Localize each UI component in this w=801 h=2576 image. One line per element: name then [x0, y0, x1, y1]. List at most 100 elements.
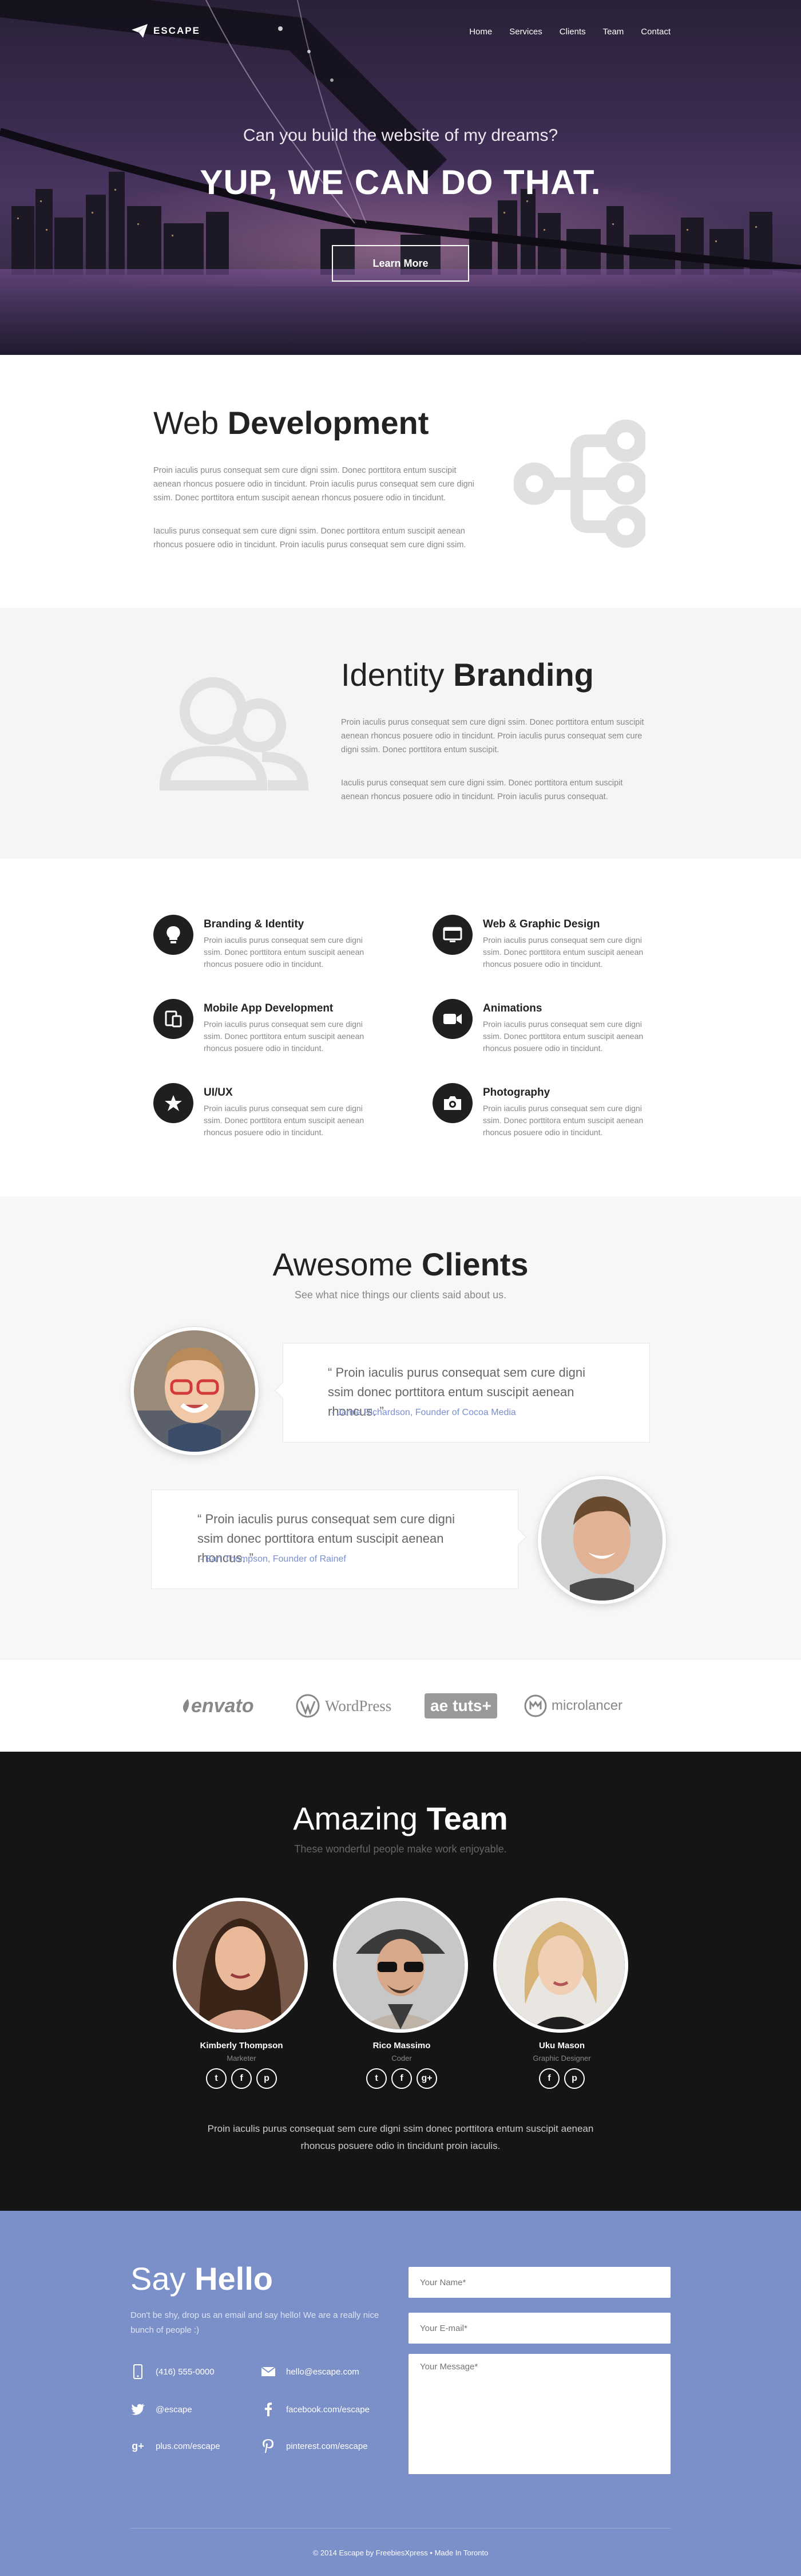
- contact-phone: (416) 555-0000: [130, 2364, 215, 2379]
- title-bold: Development: [227, 405, 429, 441]
- paper-plane-icon: [132, 24, 148, 38]
- identity-branding-paragraph-2: Iaculis purus consequat sem cure digni s…: [341, 779, 623, 801]
- identity-branding-section: Identity Branding Proin iaculis purus co…: [0, 608, 801, 859]
- facebook-icon[interactable]: f: [231, 2068, 252, 2089]
- team-section: Amazing Team These wonderful people make…: [0, 1752, 801, 2211]
- nav-team[interactable]: Team: [603, 27, 624, 37]
- pinterest-icon[interactable]: p: [564, 2068, 585, 2089]
- envato-text: envato: [191, 1694, 254, 1717]
- web-development-section: Web Development Proin iaculis purus cons…: [0, 355, 801, 608]
- member-name: Kimberly Thompson: [200, 2041, 283, 2050]
- team-member: Rico Massimo Coder t f g+: [333, 1898, 470, 2089]
- member-social-links: t f g+: [333, 2068, 470, 2089]
- team-subtitle: These wonderful people make work enjoyab…: [294, 1843, 507, 1855]
- clients-subtitle: See what nice things our clients said ab…: [294, 1289, 507, 1301]
- service-title: Photography: [483, 1086, 550, 1099]
- facebook-icon: [261, 2402, 276, 2417]
- name-input[interactable]: [409, 2267, 671, 2298]
- google-plus-icon[interactable]: g+: [417, 2068, 437, 2089]
- video-camera-icon: [433, 999, 473, 1039]
- team-photo: [493, 1898, 628, 2033]
- member-social-links: t f p: [173, 2068, 310, 2089]
- member-social-links: f p: [493, 2068, 631, 2089]
- service-text: Proin iaculis purus consequat sem cure d…: [483, 1104, 644, 1137]
- monitor-icon: [433, 915, 473, 955]
- service-title: UI/UX: [204, 1086, 233, 1099]
- web-development-title: Web Development: [153, 404, 429, 441]
- contact-email[interactable]: hello@escape.com: [261, 2364, 359, 2379]
- team-blurb: Proin iaculis purus consequat sem cure d…: [207, 2123, 594, 2151]
- main-nav: Home Services Clients Team Contact: [469, 27, 671, 37]
- pinterest-text: pinterest.com/escape: [286, 2441, 368, 2451]
- star-icon: [153, 1083, 193, 1123]
- tuts-ae-text: ae: [430, 1697, 449, 1714]
- service-item: Animations Proin iaculis purus consequat…: [433, 999, 673, 1062]
- testimonial-author: - Jamie Richardson, Founder of Cocoa Med…: [331, 1408, 516, 1417]
- facebook-text: facebook.com/escape: [286, 2404, 370, 2415]
- service-item: Photography Proin iaculis purus consequa…: [433, 1083, 673, 1146]
- site-logo[interactable]: ESCAPE: [132, 24, 200, 38]
- microlancer-text: microlancer: [552, 1698, 623, 1713]
- service-title: Web & Graphic Design: [483, 918, 600, 930]
- wordpress-icon: [296, 1694, 320, 1718]
- service-item: Web & Graphic Design Proin iaculis purus…: [433, 915, 673, 978]
- googleplus-text: plus.com/escape: [156, 2441, 220, 2451]
- web-development-paragraph-1: Proin iaculis purus consequat sem cure d…: [153, 466, 475, 503]
- nav-contact[interactable]: Contact: [641, 27, 671, 37]
- copyright-text: © 2014 Escape by FreebiesXpress • Made I…: [312, 2549, 489, 2557]
- identity-branding-title: Identity Branding: [341, 656, 594, 693]
- lightbulb-icon: [153, 915, 193, 955]
- member-name: Rico Massimo: [372, 2041, 431, 2050]
- service-item: UI/UX Proin iaculis purus consequat sem …: [153, 1083, 394, 1146]
- title-bold: Clients: [421, 1246, 529, 1282]
- hero-water-reflection: [0, 269, 801, 355]
- pinterest-icon[interactable]: p: [256, 2068, 277, 2089]
- nav-services[interactable]: Services: [509, 27, 542, 37]
- clients-section: Awesome Clients See what nice things our…: [0, 1196, 801, 1659]
- services-section: Branding & Identity Proin iaculis purus …: [0, 859, 801, 1196]
- title-bold: Branding: [453, 657, 594, 693]
- twitter-text: @escape: [156, 2404, 192, 2415]
- devices-icon: [153, 999, 193, 1039]
- service-text: Proin iaculis purus consequat sem cure d…: [204, 1104, 364, 1137]
- tuts-logo[interactable]: ae tuts+: [425, 1693, 497, 1719]
- contact-facebook[interactable]: facebook.com/escape: [261, 2402, 370, 2417]
- team-member: Uku Mason Graphic Designer f p: [493, 1898, 631, 2089]
- microlancer-logo[interactable]: microlancer: [524, 1693, 622, 1719]
- identity-branding-paragraph-1: Proin iaculis purus consequat sem cure d…: [341, 718, 644, 754]
- member-name: Uku Mason: [538, 2041, 585, 2050]
- team-photo: [333, 1898, 468, 2033]
- contact-intro: Don't be shy, drop us an email and say h…: [130, 2310, 379, 2335]
- wordpress-logo[interactable]: WordPress: [295, 1693, 391, 1719]
- tuts-text: tuts+: [453, 1697, 491, 1714]
- service-title: Mobile App Development: [204, 1002, 334, 1014]
- contact-pinterest[interactable]: pinterest.com/escape: [261, 2439, 368, 2453]
- message-textarea[interactable]: [409, 2354, 671, 2474]
- service-item: Mobile App Development Proin iaculis pur…: [153, 999, 394, 1062]
- email-text: hello@escape.com: [286, 2366, 359, 2377]
- twitter-icon[interactable]: t: [366, 2068, 387, 2089]
- twitter-icon[interactable]: t: [206, 2068, 227, 2089]
- leaf-icon: [183, 1699, 189, 1713]
- title-light: Awesome: [272, 1246, 422, 1282]
- contact-twitter[interactable]: @escape: [130, 2402, 192, 2417]
- service-title: Branding & Identity: [204, 918, 304, 930]
- google-plus-icon: g+: [132, 2440, 144, 2452]
- service-text: Proin iaculis purus consequat sem cure d…: [204, 935, 364, 969]
- member-role: Marketer: [227, 2054, 256, 2063]
- facebook-icon[interactable]: f: [391, 2068, 412, 2089]
- tuts-badge: ae tuts+: [425, 1693, 497, 1718]
- contact-googleplus[interactable]: g+ plus.com/escape: [130, 2439, 220, 2453]
- envato-logo[interactable]: envato: [180, 1693, 254, 1719]
- partner-logos-section: envato WordPress ae tuts+ microlancer: [0, 1659, 801, 1752]
- nav-home[interactable]: Home: [469, 27, 492, 37]
- title-light: Amazing: [293, 1800, 427, 1836]
- email-input[interactable]: [409, 2313, 671, 2344]
- learn-more-button[interactable]: Learn More: [332, 245, 469, 282]
- service-text: Proin iaculis purus consequat sem cure d…: [483, 1020, 644, 1053]
- contact-title: Say Hello: [130, 2260, 273, 2297]
- nav-clients[interactable]: Clients: [560, 27, 586, 37]
- service-item: Branding & Identity Proin iaculis purus …: [153, 915, 394, 978]
- facebook-icon[interactable]: f: [539, 2068, 560, 2089]
- hero-subtitle: Can you build the website of my dreams?: [243, 126, 558, 145]
